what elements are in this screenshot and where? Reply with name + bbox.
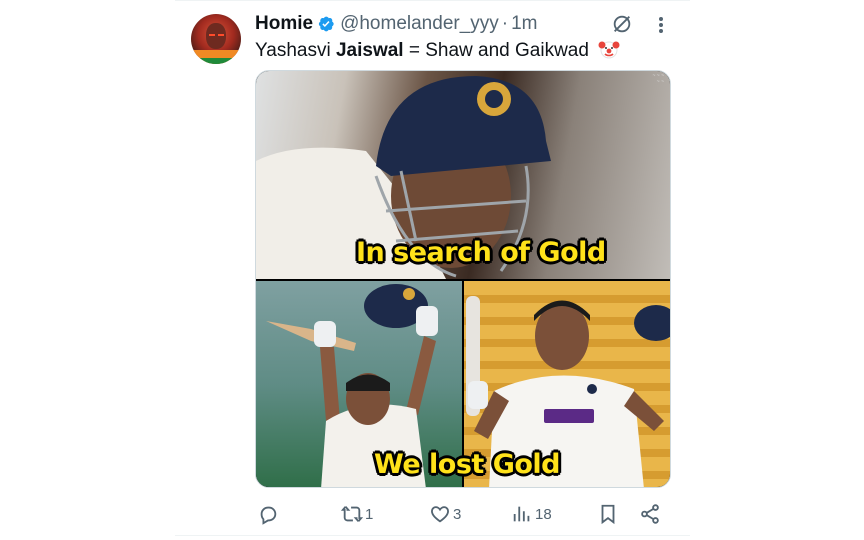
- author-name[interactable]: Homie: [255, 13, 313, 35]
- like-button[interactable]: 3: [429, 500, 461, 528]
- tweet-actions: 1 3 18: [255, 500, 671, 528]
- bookmark-icon: [601, 504, 615, 525]
- share-icon: [641, 504, 659, 524]
- clown-face-icon: [598, 38, 620, 60]
- watermark: ~ ~ ~ ~ ~: [652, 73, 664, 85]
- reply-icon: [260, 506, 277, 525]
- separator: ·: [501, 13, 509, 34]
- views-icon: [513, 506, 530, 522]
- tweet-text: Yashasvi Jaiswal = Shaw and Gaikwad: [255, 38, 620, 62]
- author-handle[interactable]: @homelander_yyy: [340, 13, 499, 35]
- reply-button[interactable]: [257, 500, 281, 528]
- more-icon[interactable]: [651, 14, 671, 36]
- retweet-icon: [341, 506, 363, 522]
- retweet-count: 1: [365, 505, 374, 523]
- like-count: 3: [453, 505, 462, 523]
- share-button[interactable]: [639, 500, 661, 528]
- meme-caption-top: In search of Gold: [356, 237, 606, 268]
- grok-icon[interactable]: [611, 13, 633, 35]
- tweet-media[interactable]: ~ ~ ~ ~ ~ In search of Gold We lost Gold: [255, 70, 671, 488]
- divider: [175, 535, 690, 536]
- retweet-button[interactable]: 1: [341, 500, 373, 528]
- timestamp[interactable]: 1m: [511, 13, 537, 35]
- views-count: 18: [535, 505, 552, 523]
- tweet-header: Homie @homelander_yyy · 1m: [255, 12, 538, 36]
- views-button[interactable]: 18: [511, 500, 552, 528]
- tweet[interactable]: Homie @homelander_yyy · 1m Yashasvi Jais…: [175, 0, 690, 540]
- like-icon: [431, 506, 449, 523]
- bookmark-button[interactable]: [597, 500, 619, 528]
- verified-badge-icon: [317, 15, 335, 33]
- avatar[interactable]: [191, 14, 241, 64]
- meme-caption-bottom: We lost Gold: [374, 449, 561, 480]
- divider: [175, 0, 690, 1]
